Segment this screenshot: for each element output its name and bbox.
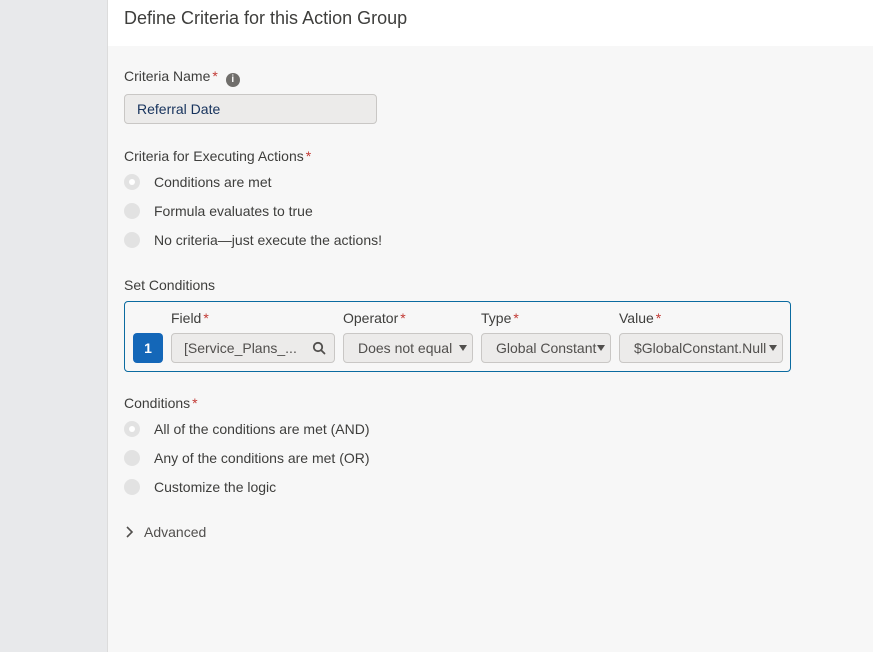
advanced-label: Advanced [144, 524, 207, 540]
caret-down-icon [597, 345, 605, 351]
value-value: $GlobalConstant.Null [634, 340, 767, 356]
radio-conditions-met[interactable]: Conditions are met [124, 172, 272, 192]
field-lookup-value: [Service_Plans_... [184, 340, 297, 356]
condition-row-box: 1 Field * [Service_Plans_... Operator * Do… [124, 301, 791, 372]
radio-button[interactable] [124, 421, 140, 437]
operator-select[interactable]: Does not equal [343, 333, 473, 363]
required-mark: * [400, 310, 406, 326]
value-select[interactable]: $GlobalConstant.Null [619, 333, 783, 363]
value-column-label: Value * [619, 310, 661, 326]
radio-button[interactable] [124, 174, 140, 190]
radio-label: No criteria—just execute the actions! [154, 232, 382, 248]
criteria-name-input[interactable]: Referral Date [124, 94, 377, 124]
operator-label-text: Operator [343, 310, 399, 326]
radio-button[interactable] [124, 450, 140, 466]
info-icon[interactable]: i [225, 73, 240, 87]
criteria-name-label: Criteria Name * i [124, 68, 240, 87]
radio-button[interactable] [124, 479, 140, 495]
value-label-text: Value [619, 310, 654, 326]
required-mark: * [305, 148, 312, 164]
search-icon[interactable] [312, 341, 326, 355]
caret-down-icon [459, 345, 467, 351]
field-column-label: Field * [171, 310, 209, 326]
radio-no-criteria[interactable]: No criteria—just execute the actions! [124, 230, 382, 250]
execution-label: Criteria for Executing Actions * [124, 148, 311, 164]
radio-label: Conditions are met [154, 174, 272, 190]
radio-label: All of the conditions are met (AND) [154, 421, 370, 437]
section-header: Define Criteria for this Action Group [108, 0, 873, 46]
required-mark: * [655, 310, 662, 326]
conditions-label-text: Conditions [124, 395, 191, 411]
set-conditions-label: Set Conditions [124, 277, 216, 293]
field-label-text: Field [171, 310, 202, 326]
radio-formula-true[interactable]: Formula evaluates to true [124, 201, 313, 221]
advanced-toggle[interactable]: Advanced [124, 524, 206, 540]
chevron-right-icon [126, 526, 134, 538]
radio-button[interactable] [124, 203, 140, 219]
radio-button[interactable] [124, 232, 140, 248]
type-column-label: Type * [481, 310, 519, 326]
row-number-badge: 1 [133, 333, 163, 363]
criteria-name-label-text: Criteria Name [124, 68, 211, 84]
required-mark: * [192, 395, 198, 411]
operator-value: Does not equal [358, 340, 453, 356]
type-value: Global Constant [496, 340, 597, 356]
required-mark: * [513, 310, 519, 326]
caret-down-icon [769, 345, 777, 351]
operator-column-label: Operator * [343, 310, 406, 326]
radio-customize-logic[interactable]: Customize the logic [124, 477, 276, 497]
radio-any-condition[interactable]: Any of the conditions are met (OR) [124, 448, 370, 468]
radio-label: Customize the logic [154, 479, 277, 495]
radio-all-conditions[interactable]: All of the conditions are met (AND) [124, 419, 370, 439]
required-mark: * [203, 310, 209, 326]
page-title: Define Criteria for this Action Group [124, 8, 408, 28]
radio-label: Formula evaluates to true [154, 203, 313, 219]
radio-label: Any of the conditions are met (OR) [154, 450, 370, 466]
criteria-form: Criteria Name * i Referral Date Criteria f… [108, 46, 873, 652]
type-label-text: Type [481, 310, 512, 326]
left-rail [0, 0, 108, 652]
required-mark: * [212, 68, 218, 84]
conditions-label: Conditions * [124, 395, 198, 411]
execution-label-text: Criteria for Executing Actions [124, 148, 304, 164]
type-select[interactable]: Global Constant [481, 333, 611, 363]
field-lookup-input[interactable]: [Service_Plans_... [171, 333, 335, 363]
